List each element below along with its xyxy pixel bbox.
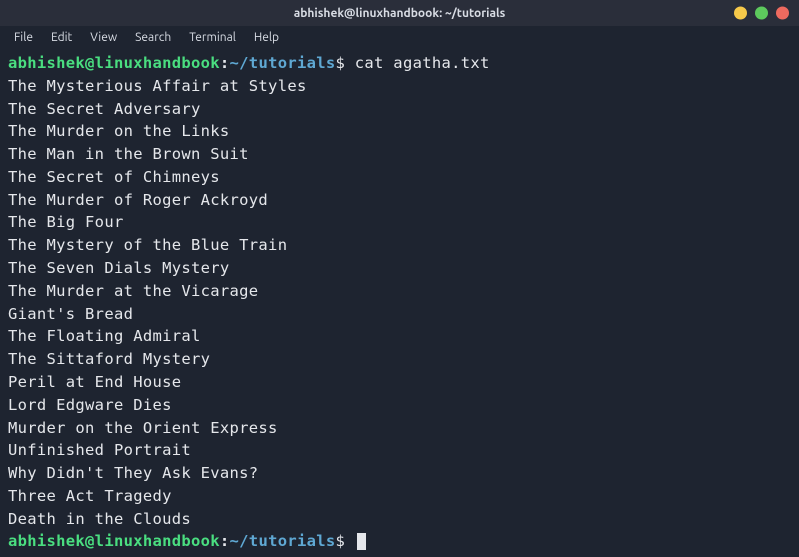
output-line: The Murder at the Vicarage [8, 280, 791, 303]
menu-edit[interactable]: Edit [43, 29, 80, 46]
prompt-line-1: abhishek@linuxhandbook:~/tutorials$ cat … [8, 52, 791, 75]
output-line: Peril at End House [8, 371, 791, 394]
menu-view[interactable]: View [82, 29, 125, 46]
output-line: The Big Four [8, 211, 791, 234]
output-line: Murder on the Orient Express [8, 417, 791, 440]
menu-search[interactable]: Search [127, 29, 179, 46]
output-line: The Mystery of the Blue Train [8, 234, 791, 257]
output-line: The Murder on the Links [8, 120, 791, 143]
output-line: The Secret Adversary [8, 98, 791, 121]
window-title: abhishek@linuxhandbook: ~/tutorials [294, 7, 506, 20]
menu-file[interactable]: File [6, 29, 41, 46]
output-container: The Mysterious Affair at StylesThe Secre… [8, 75, 791, 531]
window-controls [734, 7, 789, 20]
output-line: The Seven Dials Mystery [8, 257, 791, 280]
prompt-separator: : [220, 532, 230, 550]
output-line: Giant's Bread [8, 303, 791, 326]
menu-terminal[interactable]: Terminal [181, 29, 244, 46]
cursor-icon [357, 533, 366, 550]
output-line: The Mysterious Affair at Styles [8, 75, 791, 98]
output-line: Unfinished Portrait [8, 439, 791, 462]
minimize-button[interactable] [734, 7, 747, 20]
command-text: cat agatha.txt [355, 54, 490, 72]
prompt-separator: : [220, 54, 230, 72]
maximize-button[interactable] [755, 7, 768, 20]
prompt-path: ~/tutorials [230, 54, 336, 72]
output-line: Lord Edgware Dies [8, 394, 791, 417]
titlebar: abhishek@linuxhandbook: ~/tutorials [0, 0, 799, 26]
output-line: Death in the Clouds [8, 508, 791, 531]
prompt-user-host: abhishek@linuxhandbook [8, 54, 220, 72]
terminal-body[interactable]: abhishek@linuxhandbook:~/tutorials$ cat … [0, 48, 799, 557]
output-line: The Man in the Brown Suit [8, 143, 791, 166]
prompt-path: ~/tutorials [230, 532, 336, 550]
menubar: File Edit View Search Terminal Help [0, 26, 799, 48]
output-line: Three Act Tragedy [8, 485, 791, 508]
prompt-user-host: abhishek@linuxhandbook [8, 532, 220, 550]
prompt-line-2: abhishek@linuxhandbook:~/tutorials$ [8, 530, 791, 553]
output-line: Why Didn't They Ask Evans? [8, 462, 791, 485]
prompt-symbol: $ [336, 54, 346, 72]
menu-help[interactable]: Help [246, 29, 287, 46]
output-line: The Floating Admiral [8, 325, 791, 348]
output-line: The Murder of Roger Ackroyd [8, 189, 791, 212]
close-button[interactable] [776, 7, 789, 20]
output-line: The Sittaford Mystery [8, 348, 791, 371]
prompt-symbol: $ [336, 532, 346, 550]
output-line: The Secret of Chimneys [8, 166, 791, 189]
